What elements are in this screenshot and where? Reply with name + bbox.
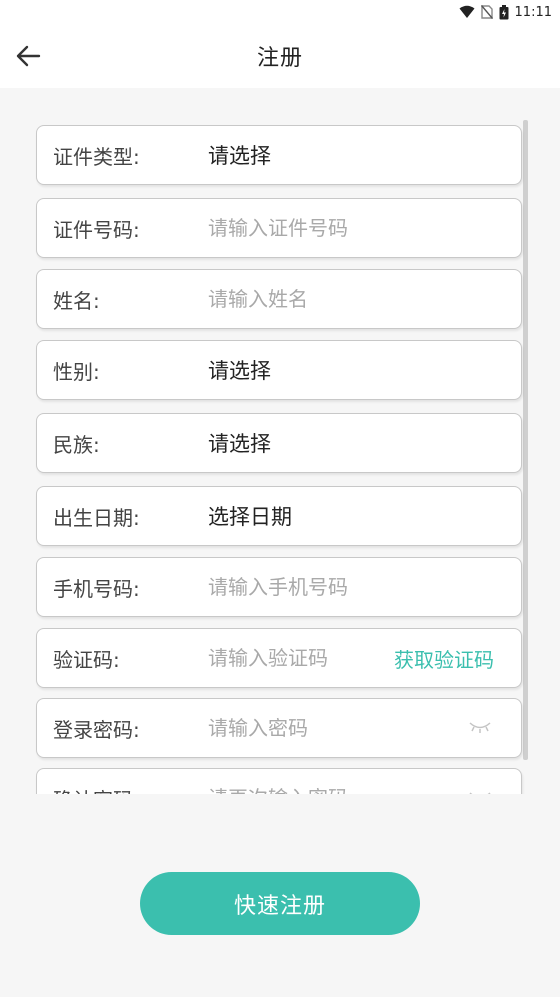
page-title: 注册 [256, 46, 303, 71]
phone-input[interactable] [208, 568, 448, 606]
code-label: 验证码: [53, 647, 120, 672]
status-time: 11:11 [514, 4, 552, 20]
back-button[interactable] [6, 36, 50, 76]
name-input[interactable] [208, 280, 448, 318]
ethnicity-selector[interactable]: 民族: 请选择 [36, 413, 522, 473]
confirm-password-label: 确认密码: [53, 784, 140, 795]
bottom-area: 快速注册 [0, 794, 560, 997]
id-number-input[interactable] [208, 209, 448, 247]
ethnicity-value[interactable]: 请选择 [208, 428, 271, 458]
wifi-icon [459, 5, 475, 18]
eye-closed-icon[interactable] [467, 787, 493, 794]
gender-value[interactable]: 请选择 [208, 355, 271, 385]
battery-icon [499, 4, 509, 19]
gender-label: 性别: [53, 359, 100, 384]
app-bar: 注册 [0, 24, 560, 89]
id-type-selector[interactable]: 证件类型: 请选择 [36, 125, 522, 185]
id-type-label: 证件类型: [53, 144, 140, 169]
registration-form: 证件类型: 请选择 证件号码: 姓名: 性别: 请选择 民族: 请选择 出生日期… [0, 88, 560, 794]
gender-selector[interactable]: 性别: 请选择 [36, 340, 522, 400]
eye-closed-icon[interactable] [467, 717, 493, 737]
id-number-row: 证件号码: [36, 198, 522, 258]
confirm-password-input[interactable] [208, 779, 448, 794]
password-input[interactable] [208, 709, 448, 747]
get-code-button[interactable]: 获取验证码 [394, 644, 494, 673]
birth-date-value[interactable]: 选择日期 [208, 501, 292, 531]
status-icons [459, 4, 509, 20]
back-arrow-icon [16, 45, 41, 67]
no-sim-icon [480, 5, 493, 19]
ethnicity-label: 民族: [53, 432, 100, 457]
quick-register-button[interactable]: 快速注册 [140, 872, 420, 935]
phone-row: 手机号码: [36, 557, 522, 617]
confirm-password-row: 确认密码: [36, 768, 522, 794]
scrollbar[interactable] [523, 120, 528, 760]
password-row: 登录密码: [36, 698, 522, 758]
name-label: 姓名: [53, 288, 100, 313]
phone-label: 手机号码: [53, 576, 140, 601]
id-type-value[interactable]: 请选择 [208, 140, 271, 170]
password-label: 登录密码: [53, 717, 140, 742]
id-number-label: 证件号码: [53, 217, 140, 242]
code-row: 验证码: 获取验证码 [36, 628, 522, 688]
code-input[interactable] [208, 639, 378, 677]
birth-date-label: 出生日期: [53, 505, 140, 530]
birth-date-selector[interactable]: 出生日期: 选择日期 [36, 486, 522, 546]
name-row: 姓名: [36, 269, 522, 329]
status-bar: 11:11 [0, 0, 560, 24]
